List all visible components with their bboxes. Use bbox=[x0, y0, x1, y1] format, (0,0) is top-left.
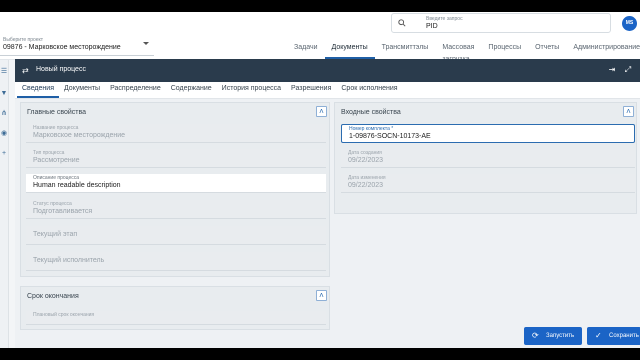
process-name-field: Название процесса Марковское месторожден… bbox=[26, 124, 326, 143]
process-type-field: Тип процесса Рассмотрение bbox=[26, 149, 326, 168]
search-value: PID bbox=[426, 23, 438, 30]
refresh-icon: ⟳ bbox=[532, 331, 539, 340]
process-description-field[interactable]: Описание процесса Human readable descrip… bbox=[26, 174, 326, 193]
menu-icon[interactable]: ☰ bbox=[0, 68, 8, 76]
search-placeholder: Введите запрос bbox=[426, 16, 463, 22]
field-label: Дата изменения bbox=[348, 175, 386, 181]
field-value: Human readable description bbox=[33, 182, 121, 189]
new-process-panel: ⇄ Новый процесс ⇥ ⤢ Сведения Документы Р… bbox=[15, 59, 640, 348]
tab-tasks[interactable]: Задачи bbox=[287, 42, 325, 59]
process-status-field: Статус процесса Подготавливается bbox=[26, 200, 326, 219]
field-label: Дата создания bbox=[348, 150, 382, 156]
search-icon bbox=[398, 19, 406, 27]
panel-title: Новый процесс bbox=[36, 66, 86, 73]
tab-details[interactable]: Сведения bbox=[17, 82, 59, 98]
input-properties-section: Входные свойства ˄ Номер комплекта * 1-0… bbox=[334, 102, 637, 214]
launch-button-label: Запустить bbox=[546, 333, 575, 339]
save-button[interactable]: ✓ Сохранить bbox=[587, 327, 640, 345]
tab-bulk-upload[interactable]: Массовая загрузка bbox=[435, 42, 481, 63]
panel-content: Главные свойства ˄ Название процесса Мар… bbox=[15, 99, 640, 348]
field-label: Название процесса bbox=[33, 125, 79, 131]
current-stage-field: Текущий этап bbox=[26, 226, 326, 245]
field-value: Подготавливается bbox=[33, 208, 93, 215]
add-icon[interactable]: + bbox=[0, 150, 8, 158]
save-button-label: Сохранить bbox=[609, 333, 639, 339]
field-value: Рассмотрение bbox=[33, 157, 80, 164]
field-label: Плановый срок окончания bbox=[33, 312, 95, 318]
tab-documents[interactable]: Документы bbox=[324, 42, 375, 59]
chevron-up-icon[interactable]: ˄ bbox=[316, 106, 327, 117]
modified-date-field: Дата изменения 09/22/2023 bbox=[341, 174, 635, 193]
project-select[interactable]: Выберите проект 09876 - Марковское место… bbox=[0, 36, 154, 56]
field-label: Тип процесса bbox=[33, 150, 65, 156]
tab-panel-documents[interactable]: Документы bbox=[59, 82, 105, 98]
section-title: Главные свойства bbox=[27, 109, 87, 116]
tab-permissions[interactable]: Разрешения bbox=[286, 82, 336, 98]
avatar[interactable]: MS bbox=[622, 16, 637, 31]
chevron-up-icon[interactable]: ˄ bbox=[623, 106, 634, 117]
tab-transmittals[interactable]: Трансмиттэлы bbox=[375, 42, 436, 59]
panel-header: ⇄ Новый процесс ⇥ ⤢ bbox=[15, 59, 640, 82]
project-select-value: 09876 - Марковское месторождение bbox=[3, 44, 121, 51]
main-properties-section: Главные свойства ˄ Название процесса Мар… bbox=[20, 102, 330, 277]
left-toolbar: ☰ ▼ ⋔ ◉ + bbox=[0, 60, 9, 348]
project-select-label: Выберите проект bbox=[3, 37, 44, 43]
process-icon: ⇄ bbox=[22, 66, 29, 75]
top-bar: Выберите проект 09876 - Марковское место… bbox=[0, 12, 640, 63]
field-value: 09/22/2023 bbox=[348, 157, 384, 164]
eye-icon[interactable]: ◉ bbox=[0, 130, 8, 138]
share-icon[interactable]: ⋔ bbox=[0, 110, 8, 118]
field-value: 1-09876-SOCN-10173-AE bbox=[349, 133, 431, 140]
kit-number-input[interactable]: Номер комплекта * 1-09876-SOCN-10173-AE bbox=[341, 124, 635, 143]
section-title: Срок окончания bbox=[27, 293, 79, 300]
tab-reports[interactable]: Отчеты bbox=[528, 42, 566, 59]
launch-button[interactable]: ⟳ Запустить bbox=[524, 327, 582, 345]
section-title: Входные свойства bbox=[341, 109, 401, 116]
expand-icon[interactable]: ⤢ bbox=[623, 65, 633, 75]
app-window: Выберите проект 09876 - Марковское место… bbox=[0, 12, 640, 348]
main-nav: Задачи Документы Трансмиттэлы Массовая з… bbox=[287, 42, 640, 63]
collapse-right-icon[interactable]: ⇥ bbox=[607, 65, 617, 75]
current-assignee-field: Текущий исполнитель bbox=[26, 252, 326, 271]
field-value: 09/22/2023 bbox=[348, 182, 384, 189]
tab-distribution[interactable]: Распределение bbox=[105, 82, 166, 98]
field-label: Номер комплекта * bbox=[349, 126, 394, 132]
deadline-section: Срок окончания ˄ Плановый срок окончания bbox=[20, 286, 330, 330]
tab-content[interactable]: Содержание bbox=[166, 82, 217, 98]
chevron-up-icon[interactable]: ˄ bbox=[316, 290, 327, 301]
tab-processes[interactable]: Процессы bbox=[481, 42, 528, 59]
created-date-field: Дата создания 09/22/2023 bbox=[341, 149, 635, 168]
field-label: Описание процесса bbox=[33, 175, 80, 181]
tab-due-date[interactable]: Срок исполнения bbox=[336, 82, 402, 98]
tab-process-history[interactable]: История процесса bbox=[217, 82, 286, 98]
filter-icon[interactable]: ▼ bbox=[0, 90, 8, 98]
planned-deadline-field[interactable]: Плановый срок окончания bbox=[26, 311, 326, 325]
search-input[interactable]: Введите запрос PID bbox=[391, 13, 611, 33]
field-label: Статус процесса bbox=[33, 201, 72, 207]
tab-administration[interactable]: Администрирование bbox=[566, 42, 640, 59]
field-placeholder: Текущий исполнитель bbox=[33, 257, 105, 264]
field-placeholder: Текущий этап bbox=[33, 231, 78, 238]
check-icon: ✓ bbox=[595, 331, 602, 340]
chevron-down-icon[interactable] bbox=[143, 42, 149, 45]
field-value: Марковское месторождение bbox=[33, 132, 126, 139]
panel-tabs: Сведения Документы Распределение Содержа… bbox=[15, 82, 640, 99]
